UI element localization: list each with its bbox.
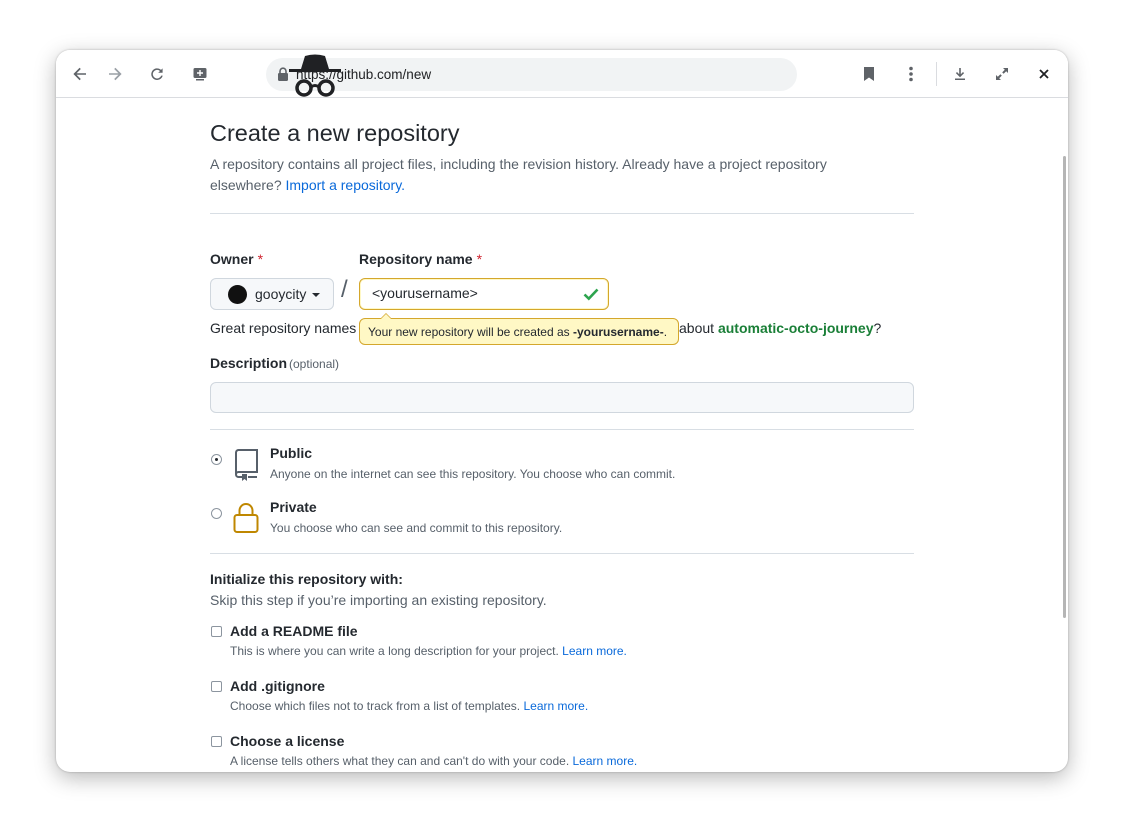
repo-icon — [233, 449, 259, 486]
initialize-subheading: Skip this step if you’re importing an ex… — [210, 592, 547, 608]
back-arrow-icon[interactable] — [69, 63, 91, 85]
download-icon[interactable] — [949, 63, 971, 85]
public-radio[interactable] — [211, 454, 222, 465]
initialize-heading: Initialize this repository with: — [210, 571, 403, 587]
repository-name-value[interactable]: <yourusername> — [372, 285, 478, 301]
gitignore-title[interactable]: Add .gitignore — [230, 678, 325, 694]
page-content: Create a new repository A repository con… — [56, 98, 1068, 772]
private-description: You choose who can see and commit to thi… — [270, 521, 563, 535]
divider — [210, 213, 914, 214]
description-label: Description (optional) — [210, 355, 339, 371]
optional-marker: (optional) — [289, 357, 340, 371]
repo-name-label: Repository name * — [359, 251, 482, 267]
avatar — [228, 285, 247, 304]
browser-window: https://github.com/new Create a new repo… — [56, 50, 1068, 772]
gitignore-desc-text: Choose which files not to track from a l… — [230, 699, 521, 713]
repo-name-tooltip: Your new repository will be created as -… — [359, 313, 679, 345]
owner-label: Owner * — [210, 251, 263, 267]
required-marker: * — [476, 251, 483, 267]
readme-learn-more-link[interactable]: Learn more. — [562, 644, 627, 658]
repo-name-label-text: Repository name — [359, 251, 473, 267]
forward-arrow-icon[interactable] — [104, 63, 126, 85]
owner-name: gooycity — [255, 286, 307, 302]
description-input[interactable] — [210, 382, 914, 413]
owner-label-text: Owner — [210, 251, 254, 267]
page-subtitle: A repository contains all project files,… — [210, 154, 870, 196]
page-title: Create a new repository — [210, 120, 460, 146]
bookmark-icon[interactable] — [858, 63, 880, 85]
readme-title[interactable]: Add a README file — [230, 623, 358, 639]
fullscreen-icon[interactable] — [991, 63, 1013, 85]
lock-icon — [233, 502, 259, 539]
scrollbar[interactable] — [1059, 98, 1068, 772]
name-suggestion: about automatic-octo-journey? — [679, 320, 881, 336]
reload-icon[interactable] — [146, 63, 168, 85]
license-learn-more-link[interactable]: Learn more. — [573, 754, 638, 768]
gitignore-checkbox[interactable] — [211, 681, 222, 692]
divider — [210, 429, 914, 430]
add-to-app-icon[interactable] — [189, 63, 211, 85]
incognito-icon — [283, 52, 347, 103]
browser-toolbar: https://github.com/new — [56, 50, 1068, 98]
owner-repo-separator: / — [341, 276, 348, 303]
required-marker: * — [257, 251, 264, 267]
hint-about-text: about — [679, 320, 715, 336]
tooltip-suffix: . — [663, 325, 668, 339]
more-vert-icon[interactable] — [900, 63, 922, 85]
readme-checkbox[interactable] — [211, 626, 222, 637]
owner-dropdown[interactable]: gooycity — [210, 278, 334, 310]
license-checkbox[interactable] — [211, 736, 222, 747]
scrollbar-thumb[interactable] — [1063, 156, 1066, 618]
readme-description: This is where you can write a long descr… — [230, 644, 627, 658]
public-description: Anyone on the internet can see this repo… — [270, 467, 676, 481]
tooltip-name: -yourusername- — [573, 325, 664, 339]
license-description: A license tells others what they can and… — [230, 754, 637, 768]
private-radio[interactable] — [211, 508, 222, 519]
divider — [210, 553, 914, 554]
import-repository-link[interactable]: Import a repository. — [286, 177, 406, 193]
private-title[interactable]: Private — [270, 499, 317, 515]
gitignore-description: Choose which files not to track from a l… — [230, 699, 588, 713]
readme-desc-text: This is where you can write a long descr… — [230, 644, 559, 658]
license-desc-text: A license tells others what they can and… — [230, 754, 570, 768]
description-label-text: Description — [210, 355, 288, 371]
hint-suffix: ? — [873, 320, 882, 336]
tooltip-prefix: Your new repository will be created as — [368, 325, 573, 339]
gitignore-learn-more-link[interactable]: Learn more. — [523, 699, 588, 713]
public-title[interactable]: Public — [270, 445, 312, 461]
repository-name-input[interactable]: <yourusername> — [359, 278, 609, 310]
close-icon[interactable] — [1033, 63, 1055, 85]
suggested-name-button[interactable]: automatic-octo-journey — [718, 320, 874, 336]
license-title[interactable]: Choose a license — [230, 733, 344, 749]
check-icon — [583, 287, 599, 306]
name-hint: Great repository names — [210, 320, 357, 336]
toolbar-divider — [936, 62, 937, 86]
caret-down-icon — [312, 293, 320, 297]
